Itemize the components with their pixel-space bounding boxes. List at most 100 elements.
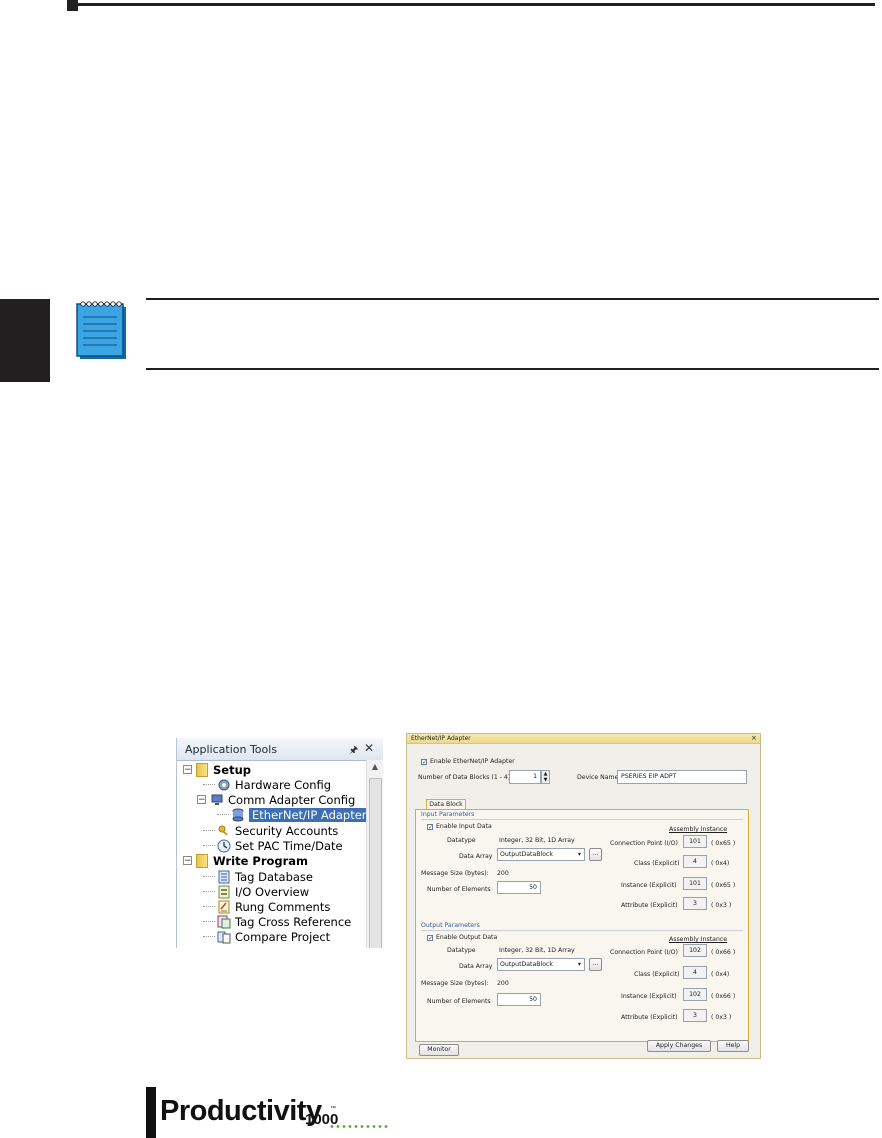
output-assembly-heading: Assembly Instance: [669, 936, 728, 943]
output-attribute-label: Attribute (Explicit): [621, 1014, 678, 1021]
output-browse-button[interactable]: ...: [589, 958, 602, 971]
output-class-value: 4: [683, 966, 707, 979]
tree-item-ethernet-ip-adapter[interactable]: EtherNet/IP Adapter: [217, 807, 370, 822]
input-datatype-value: Integer, 32 Bit, 1D Array: [499, 837, 575, 844]
close-icon[interactable]: ✕: [364, 741, 374, 755]
output-conn-point-label: Connection Point (I/O): [610, 949, 678, 956]
header-rule: [67, 3, 875, 6]
input-attribute-value: 3: [683, 897, 707, 910]
rung-comments-icon: [218, 900, 230, 913]
enable-input-checkbox[interactable]: ✓: [427, 823, 433, 830]
tree-item-tag-cross-reference[interactable]: Tag Cross Reference: [203, 914, 351, 929]
input-msg-size-value: 200: [497, 870, 509, 877]
panel-header: Application Tools 🖈 ✕: [177, 738, 383, 761]
output-class-label: Class (Explicit): [634, 971, 680, 978]
input-class-hex: ( 0x4): [711, 860, 730, 867]
collapse-icon[interactable]: −: [197, 795, 206, 805]
tree-item-hardware-config[interactable]: Hardware Config: [203, 777, 331, 792]
tree-item-rung-comments[interactable]: Rung Comments: [203, 899, 330, 914]
input-parameters-heading: Input Parameters: [421, 811, 475, 818]
tree-item-tag-database[interactable]: Tag Database: [203, 869, 313, 884]
output-datatype-value: Integer, 32 Bit, 1D Array: [499, 947, 575, 954]
enable-adapter-checkbox[interactable]: ✓: [421, 758, 427, 765]
device-name-input[interactable]: PSERIES EIP ADPT: [617, 770, 747, 784]
output-datatype-label: Datatype: [447, 947, 476, 954]
enable-adapter-row[interactable]: ✓ Enable EtherNet/IP Adapter: [421, 758, 515, 765]
help-button[interactable]: Help: [717, 1040, 749, 1052]
tree-item-security-accounts[interactable]: Security Accounts: [203, 823, 338, 838]
enable-output-checkbox[interactable]: ✓: [427, 934, 433, 941]
input-conn-point-label: Connection Point (I/O): [610, 840, 678, 847]
folder-icon: [196, 762, 208, 777]
apply-changes-button[interactable]: Apply Changes: [647, 1040, 711, 1052]
device-name-label: Device Name: [577, 774, 619, 781]
input-conn-point-hex: ( 0x65 ): [711, 840, 736, 847]
input-num-elements-input[interactable]: 50: [497, 881, 541, 894]
collapse-icon[interactable]: −: [183, 765, 192, 775]
dialog-title-bar: EtherNet/IP Adapter ×: [407, 734, 760, 744]
enable-input-row[interactable]: ✓ Enable Input Data: [427, 823, 492, 830]
input-assembly-heading: Assembly Instance: [669, 826, 728, 833]
output-conn-point-hex: ( 0x66 ): [711, 949, 736, 956]
input-num-elements-label: Number of Elements: [427, 886, 491, 893]
output-data-array-select[interactable]: OutputDataBlock ▾: [497, 958, 585, 971]
clock-icon: [217, 839, 231, 852]
chapter-side-tab: [0, 299, 50, 382]
input-msg-size-label: Message Size (bytes):: [421, 870, 489, 877]
tree-item-write-program[interactable]: − Write Program: [183, 853, 308, 868]
tree-item-setup[interactable]: − Setup: [183, 762, 251, 777]
close-icon[interactable]: ×: [751, 734, 757, 742]
logo-bar: [146, 1087, 156, 1138]
tree-item-compare-project[interactable]: Compare Project: [203, 929, 330, 944]
input-class-label: Class (Explicit): [634, 860, 680, 867]
scroll-up-icon[interactable]: ▲: [367, 762, 383, 774]
input-conn-point-value: 101: [683, 835, 707, 848]
tab-data-block-1[interactable]: Data Block 1: [426, 799, 466, 818]
chevron-down-icon[interactable]: ▾: [578, 849, 581, 860]
monitor-button[interactable]: Monitor: [419, 1044, 459, 1056]
num-blocks-spinner[interactable]: 1: [509, 770, 541, 784]
pin-icon[interactable]: 🖈: [349, 743, 358, 760]
input-browse-button[interactable]: ...: [589, 848, 602, 861]
tree-scrollbar[interactable]: ▲: [366, 760, 383, 948]
note-top-rule: [146, 298, 879, 300]
output-instance-label: Instance (Explicit): [621, 993, 677, 1000]
productivity-logo-text: Productivity: [160, 1095, 322, 1127]
input-instance-hex: ( 0x65 ): [711, 882, 736, 889]
tree-item-comm-adapter-config[interactable]: − Comm Adapter Config: [197, 792, 355, 807]
tag-database-icon: [218, 870, 230, 883]
collapse-icon[interactable]: −: [183, 856, 192, 866]
compare-project-icon: [217, 931, 231, 943]
input-attribute-label: Attribute (Explicit): [621, 902, 678, 909]
io-overview-icon: [218, 885, 230, 898]
keys-icon: [218, 825, 228, 835]
output-num-elements-input[interactable]: 50: [497, 993, 541, 1006]
scroll-thumb[interactable]: [369, 778, 382, 948]
dialog-title: EtherNet/IP Adapter: [411, 735, 471, 742]
enable-output-row[interactable]: ✓ Enable Output Data: [427, 934, 497, 941]
header-rule-tab: [67, 0, 78, 11]
hardware-config-icon: [218, 779, 230, 790]
database-icon: [232, 808, 244, 821]
output-num-elements-label: Number of Elements: [427, 998, 491, 1005]
num-blocks-label: Number of Data Blocks (1 - 4): [418, 774, 511, 781]
input-data-array-select[interactable]: OutputDataBlock ▾: [497, 848, 585, 861]
output-conn-point-value: 102: [683, 944, 707, 957]
chevron-down-icon[interactable]: ▾: [578, 959, 581, 970]
input-attribute-hex: ( 0x3 ): [711, 902, 732, 909]
output-instance-hex: ( 0x66 ): [711, 993, 736, 1000]
application-tools-panel: Application Tools 🖈 ✕ − Setup Hardware C…: [176, 738, 383, 948]
productivity-logo-tm: ™: [330, 1106, 336, 1112]
input-datatype-label: Datatype: [447, 837, 476, 844]
spinner-arrows-icon[interactable]: ▲ ▼: [541, 770, 550, 784]
tree-item-set-pac-time-date[interactable]: Set PAC Time/Date: [203, 838, 343, 853]
output-class-hex: ( 0x4): [711, 971, 730, 978]
panel-title: Application Tools: [185, 743, 278, 756]
tree-item-io-overview[interactable]: I/O Overview: [203, 884, 309, 899]
output-msg-size-value: 200: [497, 980, 509, 987]
input-instance-label: Instance (Explicit): [621, 882, 677, 889]
input-class-value: 4: [683, 855, 707, 868]
input-instance-value: 101: [683, 877, 707, 890]
output-instance-value: 102: [683, 988, 707, 1001]
output-parameters-heading: Output Parameters: [421, 922, 480, 929]
